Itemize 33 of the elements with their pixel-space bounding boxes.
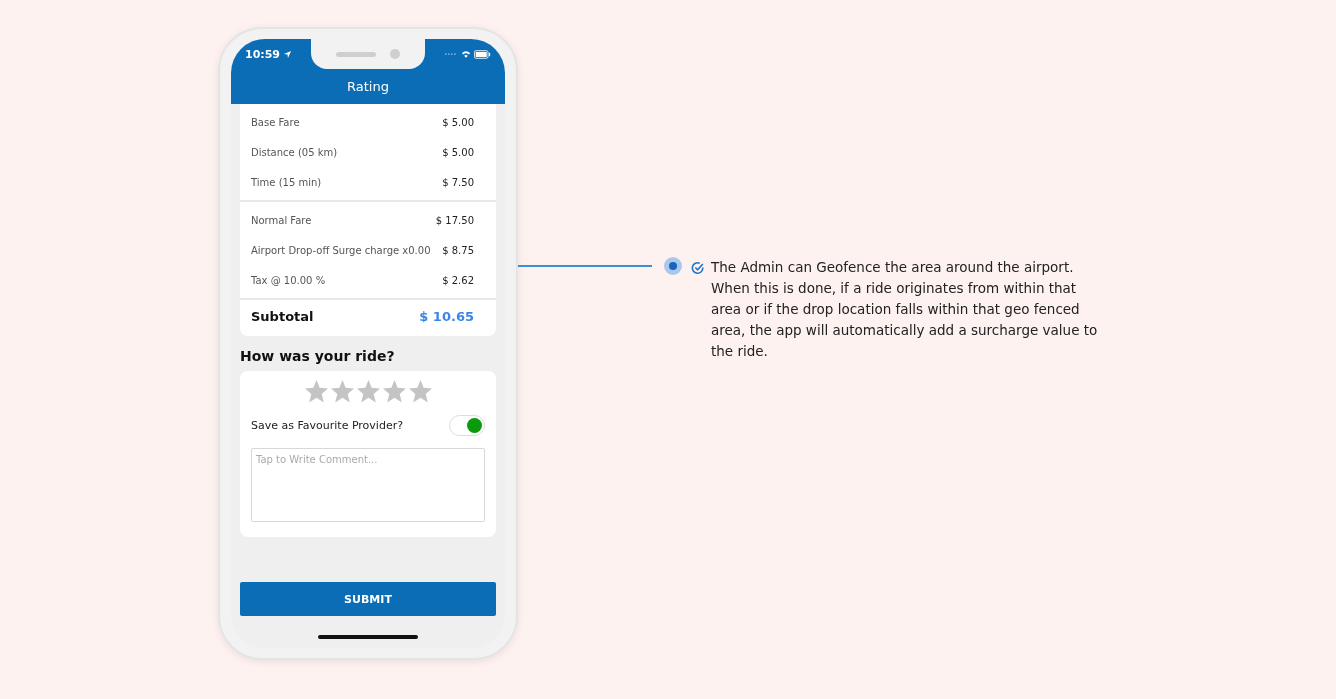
fare-label: Airport Drop-off Surge charge x0.00 [251, 244, 431, 256]
comment-field[interactable]: Tap to Write Comment... [251, 448, 485, 522]
favourite-toggle[interactable] [449, 415, 485, 436]
star-icon[interactable] [329, 379, 355, 404]
callout-text: The Admin can Geofence the area around the airport. When this is done, if a ride originates from within that area or if the drop location falls within that geo fenced area, the app will automatically add a surcharge value to the ride. [711, 258, 1099, 361]
check-circle-icon [691, 261, 705, 275]
fare-amount: $ 8.75 [442, 244, 474, 256]
star-icon[interactable] [381, 379, 407, 404]
star-icon[interactable] [407, 379, 433, 404]
fare-amount: $ 7.50 [442, 176, 474, 188]
screen-title: Rating [346, 79, 390, 94]
favourite-label: Save as Favourite Provider? [251, 419, 404, 432]
rating-heading: How was your ride? [240, 348, 396, 364]
subtotal-label: Subtotal [251, 308, 314, 324]
fare-label: Base Fare [251, 116, 300, 128]
signal-icon [444, 52, 458, 56]
submit-button[interactable]: SUBMIT [240, 582, 496, 616]
fare-amount: $ 2.62 [442, 274, 474, 286]
wifi-icon [461, 50, 471, 58]
star-icon[interactable] [355, 379, 381, 404]
fare-label: Time (15 min) [251, 176, 322, 188]
fare-label: Normal Fare [251, 214, 312, 226]
marker-dot [664, 257, 682, 275]
location-arrow-icon [283, 49, 292, 59]
subtotal-amount: $ 10.65 [419, 308, 474, 324]
status-time: 10:59 [245, 47, 280, 61]
battery-icon [474, 49, 491, 59]
star-icon[interactable] [303, 379, 329, 404]
fare-label: Tax @ 10.00 % [251, 274, 326, 286]
fare-label: Distance (05 km) [251, 146, 338, 158]
fare-amount: $ 5.00 [442, 146, 474, 158]
fare-amount: $ 17.50 [435, 214, 474, 226]
fare-amount: $ 5.00 [442, 116, 474, 128]
